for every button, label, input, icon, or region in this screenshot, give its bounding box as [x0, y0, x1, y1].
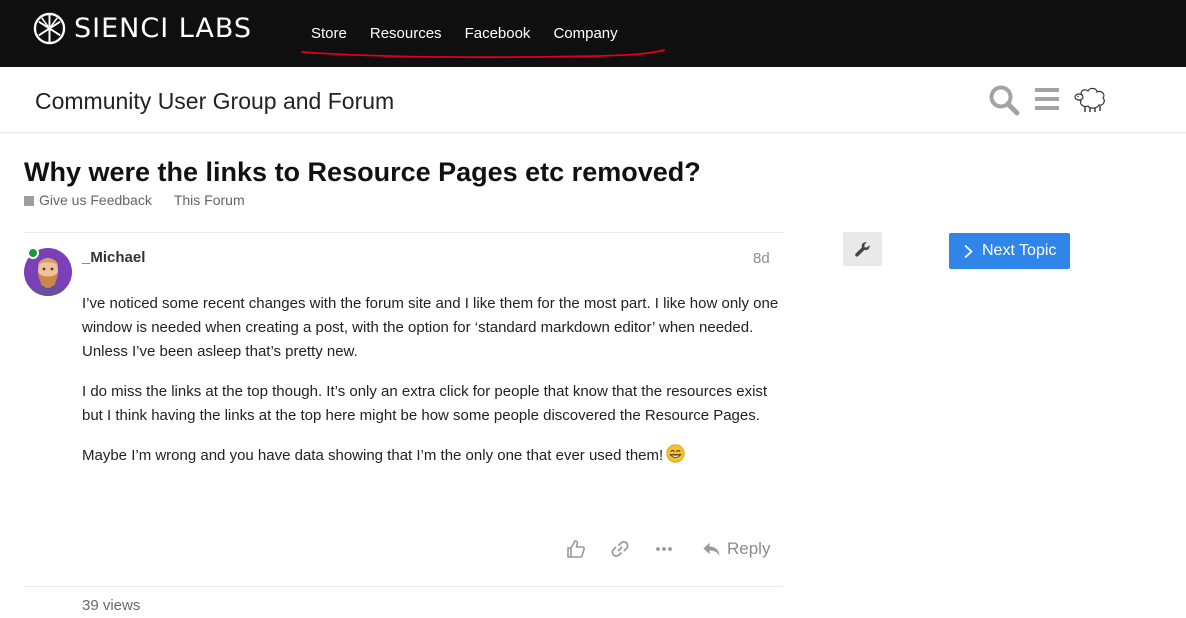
- post-actions: Reply: [0, 536, 800, 564]
- post-paragraph-last: Maybe I’m wrong and you have data showin…: [82, 444, 782, 468]
- post-paragraph-text: Maybe I’m wrong and you have data showin…: [82, 447, 664, 464]
- brand-logo[interactable]: SIENCI LABS: [33, 12, 252, 45]
- category-label: Give us Feedback: [39, 192, 152, 208]
- hand-drawn-underline: [301, 49, 665, 59]
- post-date[interactable]: 8d: [753, 250, 770, 267]
- nav-link-facebook[interactable]: Facebook: [465, 24, 531, 44]
- category-label: This Forum: [173, 192, 245, 208]
- reply-button[interactable]: Reply: [702, 536, 770, 562]
- grinning-face-emoji: [666, 444, 685, 463]
- chevron-right-icon: [964, 244, 973, 258]
- post-divider-bottom: [24, 586, 783, 587]
- like-icon[interactable]: [566, 536, 586, 562]
- post-divider-top: [24, 232, 783, 233]
- online-status-dot: [27, 247, 39, 259]
- wrench-icon: [855, 241, 870, 257]
- reply-arrow-icon: [703, 542, 720, 556]
- category-badge-this-forum[interactable]: This Forum: [174, 192, 245, 209]
- post-username[interactable]: _Michael: [82, 249, 145, 266]
- forum-header: Community User Group and Forum: [0, 67, 1186, 133]
- post-body: I’ve noticed some recent changes with th…: [82, 292, 782, 484]
- category-badge-feedback[interactable]: Give us Feedback: [24, 192, 152, 209]
- hamburger-menu-icon[interactable]: [1034, 86, 1060, 112]
- topic-title[interactable]: Why were the links to Resource Pages etc…: [24, 156, 701, 188]
- sienci-logo-icon: [33, 12, 66, 45]
- topic-categories: Give us Feedback This Forum: [24, 192, 245, 209]
- post-paragraph: I do miss the links at the top though. I…: [82, 383, 768, 424]
- link-icon[interactable]: [610, 536, 630, 562]
- forum-title[interactable]: Community User Group and Forum: [35, 87, 394, 115]
- nav-link-resources[interactable]: Resources: [370, 24, 442, 44]
- topic-admin-button[interactable]: [843, 232, 882, 266]
- nav-link-store[interactable]: Store: [311, 24, 347, 44]
- reply-label: Reply: [727, 539, 771, 558]
- post-paragraph: I’ve noticed some recent changes with th…: [82, 295, 779, 360]
- site-top-bar: SIENCI LABS Store Resources Facebook Com…: [0, 0, 1186, 67]
- next-topic-button[interactable]: Next Topic: [949, 233, 1070, 269]
- sheep-avatar-icon[interactable]: [1073, 83, 1109, 115]
- next-topic-label: Next Topic: [982, 242, 1057, 259]
- nav-link-company[interactable]: Company: [553, 24, 617, 44]
- top-nav: Store Resources Facebook Company: [311, 24, 618, 44]
- more-options-icon[interactable]: [655, 536, 673, 562]
- search-icon[interactable]: [988, 84, 1020, 116]
- brand-name: SIENCI LABS: [74, 13, 253, 44]
- views-count: 39 views: [82, 597, 141, 614]
- category-color-square: [24, 195, 34, 206]
